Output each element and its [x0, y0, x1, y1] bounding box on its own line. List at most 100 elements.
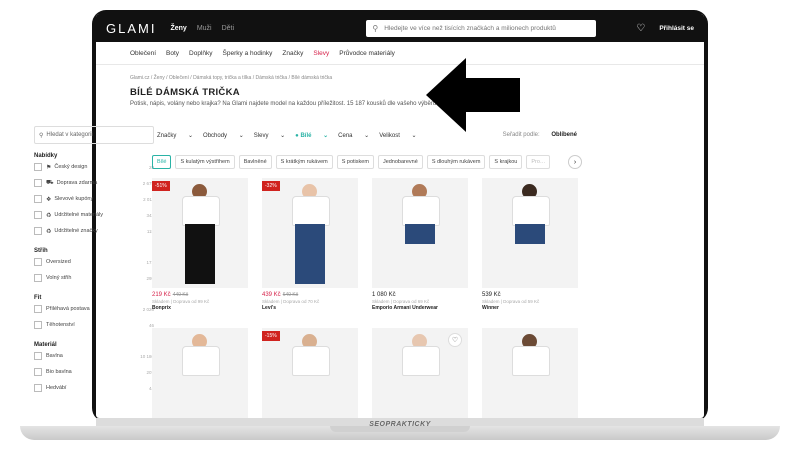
- checkbox[interactable]: [34, 368, 42, 376]
- search-icon: ⚲: [39, 132, 44, 139]
- nav-women[interactable]: Ženy: [170, 25, 186, 32]
- filter-price-label: Cena: [338, 132, 353, 139]
- filter-option[interactable]: Oversized 171: [34, 254, 154, 270]
- sort-dropdown[interactable]: Seřadit podle: Oblíbené: [503, 132, 577, 138]
- checkbox[interactable]: [34, 274, 42, 282]
- chip-plain[interactable]: Jednobarevné: [377, 155, 423, 169]
- filter-option-label: Hedvábí: [46, 385, 67, 391]
- chip-more[interactable]: Pro…: [526, 155, 551, 169]
- current-price: 219 Kč: [152, 292, 171, 298]
- checkbox[interactable]: [34, 195, 42, 203]
- cat-accessories[interactable]: Doplňky: [189, 50, 212, 57]
- filter-price[interactable]: Cena ⌄: [338, 132, 369, 139]
- chip-short-sleeve[interactable]: S krátkým rukávem: [275, 155, 333, 169]
- search-box[interactable]: ⚲: [366, 19, 597, 37]
- chip-cotton[interactable]: Bavlněné: [238, 155, 272, 169]
- login-link[interactable]: Přihlásit se: [659, 25, 694, 32]
- cat-sale[interactable]: Slevy: [313, 50, 329, 57]
- product-card[interactable]: -51% 219 Kč 449 Kč Skladem | Doprava od 99…: [152, 178, 252, 311]
- filter-option[interactable]: ♻ Udržitelné značky 115: [34, 223, 154, 239]
- old-price: 449 Kč: [172, 292, 189, 298]
- filter-shops[interactable]: Obchody ⌄: [203, 132, 244, 139]
- chevron-right-icon[interactable]: ›: [568, 155, 582, 169]
- filter-color-white[interactable]: ● Bílé ⌄: [295, 132, 328, 139]
- cat-clothing[interactable]: Oblečení: [130, 50, 156, 57]
- product-image[interactable]: [372, 178, 468, 288]
- product-brand[interactable]: Bonprix: [152, 305, 252, 311]
- filter-option-label: Slevové kupóny: [54, 196, 94, 202]
- search-input[interactable]: [382, 23, 587, 33]
- glami-logo[interactable]: GLAMI: [106, 21, 156, 36]
- product-brand[interactable]: Winner: [482, 305, 582, 311]
- current-price: 539 Kč: [482, 292, 501, 298]
- filter-size[interactable]: Velikost ⌄: [379, 132, 416, 139]
- checkbox[interactable]: [34, 321, 42, 329]
- filter-option[interactable]: ♻ Udržitelné materiály 343: [34, 207, 154, 223]
- model-legs: [295, 224, 325, 284]
- page-title: BÍLÉ DÁMSKÁ TRIČKA: [130, 87, 240, 98]
- sort-value: Oblíbené: [551, 132, 577, 138]
- model-legs: [515, 224, 545, 244]
- filter-brands[interactable]: Značky ⌄: [157, 132, 193, 139]
- nav-kids[interactable]: Děti: [222, 25, 234, 32]
- offer-icon: ⛟: [46, 180, 54, 186]
- offer-icon: ❖: [46, 196, 52, 203]
- category-nav: Oblečení Boty Doplňky Šperky a hodinky Z…: [96, 42, 704, 65]
- shipping-info: Skladem | Doprava od 69 Kč: [372, 299, 430, 304]
- product-image[interactable]: -32%: [262, 178, 358, 288]
- product-card[interactable]: 539 Kč Skladem | Doprava od 59 Kč Winner: [482, 178, 582, 311]
- filter-discounts[interactable]: Slevy ⌄: [254, 132, 285, 139]
- chip-long-sleeve[interactable]: S dlouhým rukávem: [426, 155, 486, 169]
- checkbox[interactable]: [34, 258, 42, 266]
- checkbox[interactable]: [34, 305, 42, 313]
- category-search-placeholder: Hledat v kategorii: [46, 132, 93, 138]
- chip-lace[interactable]: S krajkou: [489, 155, 523, 169]
- filter-option[interactable]: ❖ Slevové kupóny 2 011: [34, 191, 154, 207]
- cat-shoes[interactable]: Boty: [166, 50, 179, 57]
- filter-option-label: Udržitelné značky: [54, 228, 98, 234]
- chip-print[interactable]: S potiskem: [336, 155, 374, 169]
- filter-option[interactable]: ⛟ Doprava zdarma 2 675: [34, 175, 154, 191]
- filter-option[interactable]: Těhotenství 46: [34, 317, 154, 333]
- checkbox[interactable]: [34, 352, 42, 360]
- product-card[interactable]: 1 080 Kč Skladem | Doprava od 69 Kč Empo…: [372, 178, 472, 311]
- chip-white[interactable]: Bílé: [152, 155, 172, 169]
- nav-men[interactable]: Muži: [197, 25, 212, 32]
- filter-option[interactable]: ⚑ Český design 28: [34, 159, 154, 175]
- page-subtitle: Potisk, nápis, volány nebo krajka? Na Gl…: [130, 101, 479, 107]
- filter-option[interactable]: Bio bavlna 207: [34, 364, 154, 380]
- filter-option[interactable]: Bavlna 10 186: [34, 348, 154, 364]
- product-brand[interactable]: Emporio Armani Underwear: [372, 305, 472, 311]
- filter-option-label: Těhotenství: [46, 322, 75, 328]
- cat-jewelry[interactable]: Šperky a hodinky: [223, 50, 273, 57]
- tshirt-shape: [402, 196, 440, 226]
- checkbox[interactable]: [34, 163, 42, 171]
- filter-option[interactable]: Hedvábí44: [34, 380, 154, 396]
- product-image[interactable]: -51%: [152, 178, 248, 288]
- product-price: 1 080 Kč: [372, 292, 472, 298]
- product-card[interactable]: -32% 439 Kč 649 Kč Skladem | Doprava od 70…: [262, 178, 362, 311]
- category-search[interactable]: ⚲ Hledat v kategorii: [34, 126, 154, 144]
- tshirt-shape: [512, 196, 550, 226]
- quick-filter-chips: Bílé S kulatým výstřihem Bavlněné S krát…: [152, 154, 582, 170]
- product-brand[interactable]: Levi's: [262, 305, 362, 311]
- favorites-heart-icon[interactable]: ♡: [636, 23, 645, 34]
- arrow-annotation-icon: [426, 58, 520, 132]
- cat-brands[interactable]: Značky: [282, 50, 303, 57]
- discount-badge: -15%: [262, 331, 280, 341]
- heart-icon[interactable]: ♡: [448, 333, 462, 347]
- breadcrumb[interactable]: Glami.cz / Ženy / Oblečení / Dámská topy…: [96, 65, 704, 81]
- filter-option-count: 46: [148, 322, 154, 328]
- checkbox[interactable]: [34, 211, 42, 219]
- checkbox[interactable]: [34, 179, 42, 187]
- chip-round-neck[interactable]: S kulatým výstřihem: [175, 155, 235, 169]
- filter-option[interactable]: Přiléhavá postava 2 026: [34, 301, 154, 317]
- product-image[interactable]: [482, 178, 578, 288]
- checkbox[interactable]: [34, 227, 42, 235]
- old-price: 649 Kč: [282, 292, 299, 298]
- filter-option[interactable]: Volný střih 295: [34, 270, 154, 286]
- current-price: 439 Kč: [262, 292, 281, 298]
- checkbox[interactable]: [34, 384, 42, 392]
- filter-shops-label: Obchody: [203, 132, 228, 139]
- cat-materials-guide[interactable]: Průvodce materiály: [339, 50, 395, 57]
